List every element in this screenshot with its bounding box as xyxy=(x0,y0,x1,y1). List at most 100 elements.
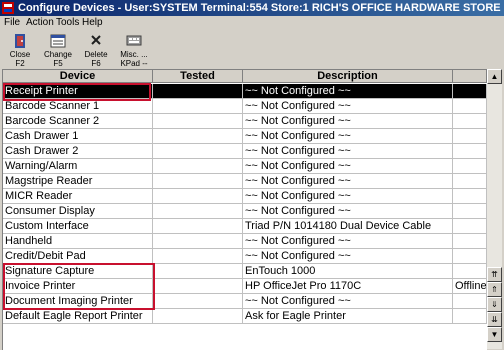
scroll-up-button[interactable]: ▲ xyxy=(487,69,502,84)
scroll-page-up-button[interactable]: ⇑ xyxy=(487,282,502,297)
cell-extra xyxy=(453,114,487,129)
cell-tested xyxy=(153,129,243,144)
scroll-page-down-button[interactable]: ⇓ xyxy=(487,297,502,312)
cell-description: ~~ Not Configured ~~ xyxy=(243,249,453,264)
cell-device: Magstripe Reader xyxy=(3,174,153,189)
table-row[interactable]: Magstripe Reader ~~ Not Configured ~~ xyxy=(3,174,487,189)
misc-keypad-icon xyxy=(126,35,142,46)
cell-tested xyxy=(153,144,243,159)
window-title: Configure Devices - User:SYSTEM Terminal… xyxy=(18,2,501,14)
cell-tested xyxy=(153,174,243,189)
cell-tested xyxy=(153,99,243,114)
cell-tested xyxy=(153,84,243,99)
cell-tested xyxy=(153,249,243,264)
cell-extra xyxy=(453,129,487,144)
cell-description: ~~ Not Configured ~~ xyxy=(243,234,453,249)
cell-description: ~~ Not Configured ~~ xyxy=(243,129,453,144)
menu-tools[interactable]: Tools xyxy=(56,16,79,29)
cell-device: Credit/Debit Pad xyxy=(3,249,153,264)
menu-help[interactable]: Help xyxy=(82,16,103,29)
cell-extra xyxy=(453,189,487,204)
table-row[interactable]: Signature Capture EnTouch 1000 xyxy=(3,264,487,279)
cell-device: Default Eagle Report Printer xyxy=(3,309,153,324)
table-row[interactable]: Default Eagle Report Printer Ask for Eagl… xyxy=(3,309,487,324)
table-row[interactable]: Credit/Debit Pad ~~ Not Configured ~~ xyxy=(3,249,487,264)
cell-device: Warning/Alarm xyxy=(3,159,153,174)
cell-device: Document Imaging Printer xyxy=(3,294,153,309)
scroll-down-button[interactable]: ▼ xyxy=(487,327,502,342)
close-button[interactable]: Close F2 xyxy=(2,30,38,68)
delete-x-icon xyxy=(91,35,101,45)
cell-description: Ask for Eagle Printer xyxy=(243,309,453,324)
cell-description: ~~ Not Configured ~~ xyxy=(243,99,453,114)
change-icon xyxy=(50,34,66,48)
devices-grid: Device Tested Description Receipt Printe… xyxy=(2,69,487,350)
menu-file[interactable]: File xyxy=(4,16,20,29)
table-row[interactable]: Invoice Printer HP OfficeJet Pro 1170C Off… xyxy=(3,279,487,294)
table-row[interactable]: Cash Drawer 1 ~~ Not Configured ~~ xyxy=(3,129,487,144)
table-row[interactable]: Handheld ~~ Not Configured ~~ xyxy=(3,234,487,249)
cell-description: ~~ Not Configured ~~ xyxy=(243,144,453,159)
cell-tested xyxy=(153,279,243,294)
scroll-top-button[interactable]: ⇈ xyxy=(487,267,502,282)
cell-device: Barcode Scanner 1 xyxy=(3,99,153,114)
cell-tested xyxy=(153,189,243,204)
cell-extra xyxy=(453,219,487,234)
column-header-device[interactable]: Device xyxy=(3,70,153,83)
cell-extra xyxy=(453,204,487,219)
table-row[interactable]: Document Imaging Printer ~~ Not Configure… xyxy=(3,294,487,309)
cell-extra xyxy=(453,264,487,279)
table-row[interactable]: Warning/Alarm ~~ Not Configured ~~ xyxy=(3,159,487,174)
cell-description: ~~ Not Configured ~~ xyxy=(243,294,453,309)
cell-device: Consumer Display xyxy=(3,204,153,219)
cell-description: ~~ Not Configured ~~ xyxy=(243,84,453,99)
cell-tested xyxy=(153,264,243,279)
cell-tested xyxy=(153,294,243,309)
cell-description: ~~ Not Configured ~~ xyxy=(243,189,453,204)
cell-device: Cash Drawer 1 xyxy=(3,129,153,144)
menu-action[interactable]: Action xyxy=(26,16,54,29)
cell-extra: Offline xyxy=(453,279,487,294)
cell-extra xyxy=(453,309,487,324)
misc-keypad-button[interactable]: Misc. ... KPad -- xyxy=(116,30,152,68)
cell-tested xyxy=(153,159,243,174)
menu-bar: File Action Tools Help xyxy=(0,16,504,29)
cell-description: Triad P/N 1014180 Dual Device Cable xyxy=(243,219,453,234)
toolbar: Close F2 Change F5 Delete F6 Misc. ... K… xyxy=(0,30,504,68)
cell-tested xyxy=(153,204,243,219)
cell-device: Handheld xyxy=(3,234,153,249)
cell-device: Receipt Printer xyxy=(3,84,153,99)
table-row[interactable]: Custom Interface Triad P/N 1014180 Dual D… xyxy=(3,219,487,234)
close-door-icon xyxy=(15,34,25,48)
cell-device: Cash Drawer 2 xyxy=(3,144,153,159)
delete-button[interactable]: Delete F6 xyxy=(78,30,114,68)
cell-tested xyxy=(153,309,243,324)
cell-description: EnTouch 1000 xyxy=(243,264,453,279)
cell-extra xyxy=(453,159,487,174)
column-header-description[interactable]: Description xyxy=(243,70,453,83)
cell-tested xyxy=(153,234,243,249)
table-row[interactable]: Barcode Scanner 2 ~~ Not Configured ~~ xyxy=(3,114,487,129)
column-header-tested[interactable]: Tested xyxy=(153,70,243,83)
cell-device: MICR Reader xyxy=(3,189,153,204)
cell-description: ~~ Not Configured ~~ xyxy=(243,114,453,129)
cell-extra xyxy=(453,84,487,99)
cell-extra xyxy=(453,249,487,264)
table-row[interactable]: Cash Drawer 2 ~~ Not Configured ~~ xyxy=(3,144,487,159)
cell-extra xyxy=(453,234,487,249)
scroll-bottom-button[interactable]: ⇊ xyxy=(487,312,502,327)
change-button[interactable]: Change F5 xyxy=(40,30,76,68)
cell-tested xyxy=(153,114,243,129)
table-row[interactable]: Consumer Display ~~ Not Configured ~~ xyxy=(3,204,487,219)
cell-extra xyxy=(453,174,487,189)
table-row[interactable]: MICR Reader ~~ Not Configured ~~ xyxy=(3,189,487,204)
cell-description: HP OfficeJet Pro 1170C xyxy=(243,279,453,294)
table-row[interactable]: Receipt Printer ~~ Not Configured ~~ xyxy=(3,84,487,99)
cell-description: ~~ Not Configured ~~ xyxy=(243,159,453,174)
cell-device: Barcode Scanner 2 xyxy=(3,114,153,129)
column-header-extra xyxy=(453,70,487,83)
cell-extra xyxy=(453,99,487,114)
table-row[interactable]: Barcode Scanner 1 ~~ Not Configured ~~ xyxy=(3,99,487,114)
vertical-scrollbar[interactable]: ▲ ⇈ ⇑ ⇓ ⇊ ▼ xyxy=(487,69,502,349)
cell-device: Invoice Printer xyxy=(3,279,153,294)
